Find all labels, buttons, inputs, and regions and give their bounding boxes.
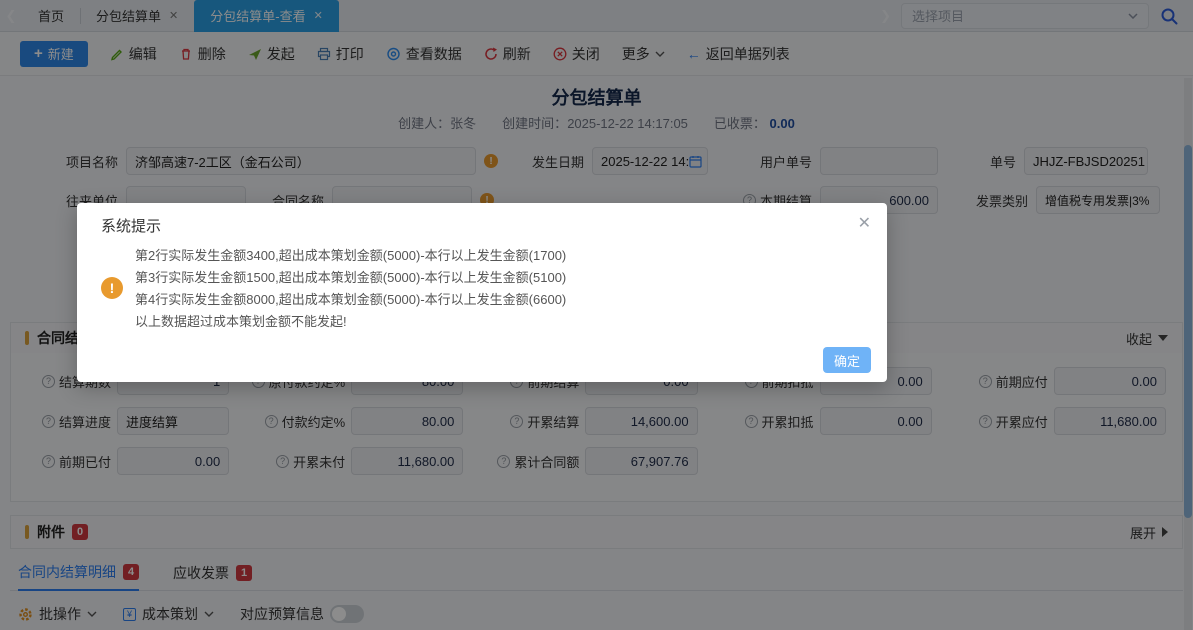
system-prompt-modal: 系统提示 ✕ ! 第2行实际发生金额3400,超出成本策划金额(5000)-本行… xyxy=(77,203,887,382)
app-window: ❮ 首页 分包结算单 ✕ 分包结算单-查看 ✕ ❯ 选择项目 xyxy=(0,0,1193,630)
modal-close-icon[interactable]: ✕ xyxy=(858,213,871,233)
modal-line: 第3行实际发生金额1500,超出成本策划金额(5000)-本行以上发生金额(51… xyxy=(135,267,863,289)
warning-icon: ! xyxy=(101,277,123,299)
modal-title: 系统提示 xyxy=(101,215,161,236)
modal-line: 以上数据超过成本策划金额不能发起! xyxy=(135,311,863,333)
modal-line: 第2行实际发生金额3400,超出成本策划金额(5000)-本行以上发生金额(17… xyxy=(135,245,863,267)
modal-message: 第2行实际发生金额3400,超出成本策划金额(5000)-本行以上发生金额(17… xyxy=(135,245,863,333)
modal-line: 第4行实际发生金额8000,超出成本策划金额(5000)-本行以上发生金额(66… xyxy=(135,289,863,311)
modal-ok-button[interactable]: 确定 xyxy=(823,347,871,373)
